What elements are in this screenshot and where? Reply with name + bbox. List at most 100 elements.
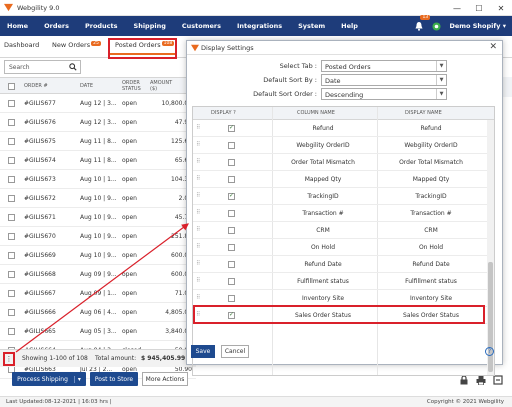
post-to-store-button[interactable]: Post to Store (90, 372, 138, 386)
display-name[interactable]: On Hold (379, 244, 483, 251)
lock-icon[interactable] (459, 375, 469, 385)
default-sort-order-dropdown[interactable]: Descending ▼ (321, 88, 447, 100)
print-icon[interactable] (476, 375, 486, 385)
display-checkbox[interactable] (228, 244, 235, 251)
display-name[interactable]: Refund (379, 125, 483, 132)
display-name[interactable]: Mapped Qty (379, 176, 483, 183)
display-checkbox[interactable]: ✓ (228, 192, 235, 200)
order-number[interactable]: #GILIS672 (24, 195, 56, 202)
order-number[interactable]: #GILIS675 (24, 138, 56, 145)
column-setting-row[interactable]: ⠿ Fulfillment status Fulfillment status (193, 273, 489, 290)
display-name[interactable]: Webgility OrderID (379, 142, 483, 149)
order-number[interactable]: #GILIS673 (24, 176, 56, 183)
display-checkbox[interactable] (228, 278, 235, 285)
maximize-button[interactable]: ☐ (468, 0, 490, 16)
column-setting-row[interactable]: ⠿ Transaction # Transaction # (193, 205, 489, 222)
display-name[interactable]: Order Total Mismatch (379, 159, 483, 166)
select-all-checkbox[interactable] (8, 83, 15, 90)
display-checkbox[interactable] (228, 142, 235, 149)
help-icon[interactable]: ? (485, 347, 494, 356)
search-input[interactable]: Search (4, 60, 81, 74)
column-setting-row[interactable]: ⠿ ✓ Refund Refund (193, 120, 489, 137)
grid-scrollbar[interactable] (487, 120, 494, 375)
table-row[interactable]: #GILIS667 Aug 09 | 1... open 71.00 (0, 284, 196, 303)
drag-handle-icon[interactable]: ⠿ (196, 141, 201, 148)
column-setting-row[interactable]: ⠿ CRM CRM (193, 222, 489, 239)
order-number[interactable]: #GILIS665 (24, 328, 56, 335)
drag-handle-icon[interactable]: ⠿ (196, 277, 201, 284)
notification-bell-icon[interactable]: 13 (414, 15, 431, 31)
menu-system[interactable]: System (298, 22, 325, 30)
menu-orders[interactable]: Orders (44, 22, 69, 30)
dialog-close-icon[interactable]: ✕ (489, 42, 497, 52)
col-order[interactable]: ORDER # (24, 83, 48, 90)
drag-handle-icon[interactable]: ⠿ (196, 209, 201, 216)
display-checkbox[interactable] (228, 261, 235, 268)
col-amount[interactable]: AMOUNT ($) (150, 80, 180, 92)
default-sort-by-dropdown[interactable]: Date ▼ (321, 74, 447, 86)
tab-dashboard[interactable]: Dashboard (4, 41, 39, 49)
table-row[interactable]: #GILIS673 Aug 10 | 1... open 104.33 (0, 170, 196, 189)
select-tab-dropdown[interactable]: Posted Orders ▼ (321, 60, 447, 72)
drag-handle-icon[interactable]: ⠿ (196, 158, 201, 165)
menu-shipping[interactable]: Shipping (134, 22, 166, 30)
row-checkbox[interactable] (8, 138, 15, 145)
menu-products[interactable]: Products (85, 22, 118, 30)
display-name[interactable]: CRM (379, 227, 483, 234)
display-checkbox[interactable] (228, 176, 235, 183)
order-number[interactable]: #GILIS677 (24, 100, 56, 107)
order-number[interactable]: #GILIS668 (24, 271, 56, 278)
table-row[interactable]: #GILIS672Aug 10 | 9...open2.00 (0, 189, 196, 208)
column-settings-icon[interactable]: ⋮ (3, 352, 15, 366)
drag-handle-icon[interactable]: ⠿ (196, 260, 201, 267)
table-row[interactable]: #GILIS675 Aug 11 | 8... open 125.63 (0, 132, 196, 151)
display-name[interactable]: Fulfillment status (379, 278, 483, 285)
table-row[interactable]: #GILIS677 Aug 12 | 3... open 10,800.00 (0, 94, 196, 113)
row-checkbox[interactable] (8, 214, 15, 221)
close-window-button[interactable]: ✕ (490, 0, 512, 16)
row-checkbox[interactable] (8, 290, 15, 297)
more-actions-button[interactable]: More Actions (142, 372, 188, 386)
save-button[interactable]: Save (191, 345, 215, 358)
display-checkbox[interactable] (228, 210, 235, 217)
row-checkbox[interactable] (8, 328, 15, 335)
row-checkbox[interactable] (8, 119, 15, 126)
column-setting-row[interactable]: ⠿ Order Total Mismatch Order Total Mismatc… (193, 154, 489, 171)
cancel-button[interactable]: Cancel (221, 345, 249, 358)
tab-new-orders[interactable]: New Orders 25 (52, 41, 101, 49)
column-setting-row[interactable]: ⠿ ✓ TrackingID TrackingID (193, 188, 489, 205)
col-date[interactable]: DATE (80, 83, 93, 90)
column-setting-row[interactable]: ⠿ Webgility OrderID Webgility OrderID (193, 137, 489, 154)
column-setting-row[interactable]: ⠿ Refund Date Refund Date (193, 256, 489, 273)
drag-handle-icon[interactable]: ⠿ (196, 175, 201, 182)
column-setting-row[interactable]: ⠿ On Hold On Hold (193, 239, 489, 256)
row-checkbox[interactable] (8, 176, 15, 183)
row-checkbox[interactable] (8, 233, 15, 240)
display-name[interactable]: Inventory Site (379, 295, 483, 302)
row-checkbox[interactable] (8, 309, 15, 316)
drag-handle-icon[interactable]: ⠿ (196, 243, 201, 250)
sync-status-icon[interactable] (432, 21, 441, 31)
display-checkbox[interactable]: ✓ (228, 124, 235, 132)
chevron-down-icon[interactable]: ▾ (73, 375, 81, 383)
display-name[interactable]: TrackingID (379, 193, 483, 200)
export-icon[interactable] (493, 375, 503, 385)
display-checkbox[interactable] (228, 227, 235, 234)
order-number[interactable]: #GILIS666 (24, 309, 56, 316)
search-icon[interactable] (69, 63, 77, 71)
order-number[interactable]: #GILIS671 (24, 214, 56, 221)
drag-handle-icon[interactable]: ⠿ (196, 192, 201, 199)
order-number[interactable]: #GILIS670 (24, 233, 56, 240)
table-row[interactable]: #GILIS665 Aug 05 | 3... open 3,840.00 (0, 322, 196, 341)
row-checkbox[interactable] (8, 271, 15, 278)
process-shipping-button[interactable]: Process Shipping ▾ (12, 372, 86, 386)
menu-home[interactable]: Home (7, 22, 28, 30)
order-number[interactable]: #GILIS669 (24, 252, 56, 259)
order-number[interactable]: #GILIS676 (24, 119, 56, 126)
display-checkbox[interactable] (228, 295, 235, 302)
drag-handle-icon[interactable]: ⠿ (196, 226, 201, 233)
table-row[interactable]: #GILIS671 Aug 10 | 9... open 45.70 (0, 208, 196, 227)
row-checkbox[interactable] (8, 252, 15, 259)
drag-handle-icon[interactable]: ⠿ (196, 294, 201, 301)
table-row[interactable]: #GILIS666 Aug 06 | 4... open 4,805.00 (0, 303, 196, 322)
